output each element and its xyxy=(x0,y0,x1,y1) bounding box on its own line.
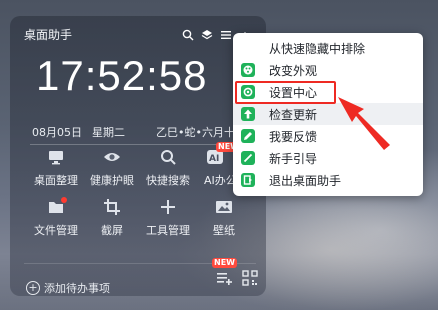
annotation-arrow xyxy=(338,97,390,150)
